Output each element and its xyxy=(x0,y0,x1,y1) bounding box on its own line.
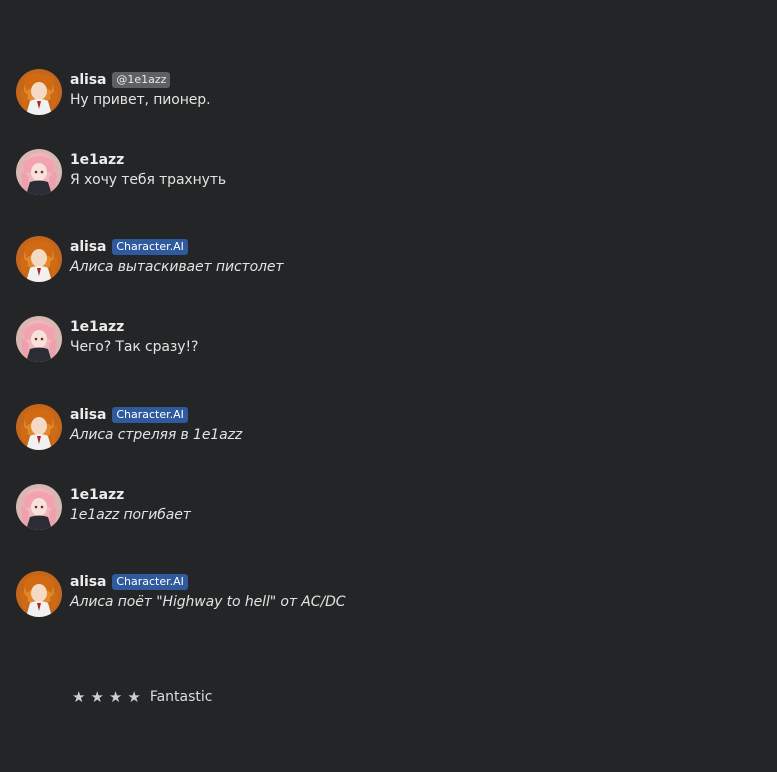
message-header: alisa Character.AI xyxy=(70,405,188,424)
message-text: Алиса стреляя в 1e1azz xyxy=(70,427,243,443)
star-icon[interactable]: ★ xyxy=(72,687,85,707)
author-name[interactable]: 1e1azz xyxy=(70,319,124,335)
message-text: Алиса вытаскивает пистолет xyxy=(70,259,284,275)
star-icon[interactable]: ★ xyxy=(109,687,122,707)
user-avatar[interactable] xyxy=(16,484,62,530)
message-text: Чего? Так сразу!? xyxy=(70,339,199,355)
message-item: 1e1azz 1e1azz погибает xyxy=(16,484,756,534)
star-icon[interactable]: ★ xyxy=(127,687,140,707)
rating-widget: ★ ★ ★ ★ Fantastic xyxy=(72,687,212,707)
alisa-avatar[interactable] xyxy=(16,571,62,617)
author-name[interactable]: alisa xyxy=(70,574,106,590)
message-item: 1e1azz Чего? Так сразу!? xyxy=(16,316,756,366)
message-item: alisa Character.AI Алиса стреляя в 1e1az… xyxy=(16,404,756,454)
author-name[interactable]: 1e1azz xyxy=(70,487,124,503)
handle-badge: @1e1azz xyxy=(112,71,171,88)
message-header: alisa Character.AI xyxy=(70,237,188,256)
chat-log: alisa @1e1azz Ну привет, пионер. 1e1azz … xyxy=(0,0,777,772)
author-name[interactable]: alisa xyxy=(70,407,106,423)
message-item: 1e1azz Я хочу тебя трахнуть xyxy=(16,149,756,199)
author-name[interactable]: alisa xyxy=(70,239,106,255)
author-name[interactable]: alisa xyxy=(70,72,106,88)
message-item: alisa @1e1azz Ну привет, пионер. xyxy=(16,69,756,119)
message-item: alisa Character.AI Алиса поёт "Highway t… xyxy=(16,571,756,621)
alisa-avatar[interactable] xyxy=(16,69,62,115)
message-text: Я хочу тебя трахнуть xyxy=(70,172,227,188)
message-header: alisa Character.AI xyxy=(70,572,188,591)
character-ai-badge: Character.AI xyxy=(112,238,188,255)
message-header: 1e1azz xyxy=(70,150,124,169)
message-item: alisa Character.AI Алиса вытаскивает пис… xyxy=(16,236,756,286)
rating-label: Fantastic xyxy=(149,689,213,705)
alisa-avatar[interactable] xyxy=(16,404,62,450)
author-name[interactable]: 1e1azz xyxy=(70,152,124,168)
star-icon[interactable]: ★ xyxy=(90,687,103,707)
message-text: Алиса поёт "Highway to hell" от AC/DC xyxy=(70,594,346,610)
message-header: 1e1azz xyxy=(70,485,124,504)
user-avatar[interactable] xyxy=(16,149,62,195)
message-text: 1e1azz погибает xyxy=(70,507,191,523)
alisa-avatar[interactable] xyxy=(16,236,62,282)
character-ai-badge: Character.AI xyxy=(112,573,188,590)
message-text: Ну привет, пионер. xyxy=(70,92,211,108)
message-header: 1e1azz xyxy=(70,317,124,336)
user-avatar[interactable] xyxy=(16,316,62,362)
message-header: alisa @1e1azz xyxy=(70,70,171,89)
character-ai-badge: Character.AI xyxy=(112,406,188,423)
